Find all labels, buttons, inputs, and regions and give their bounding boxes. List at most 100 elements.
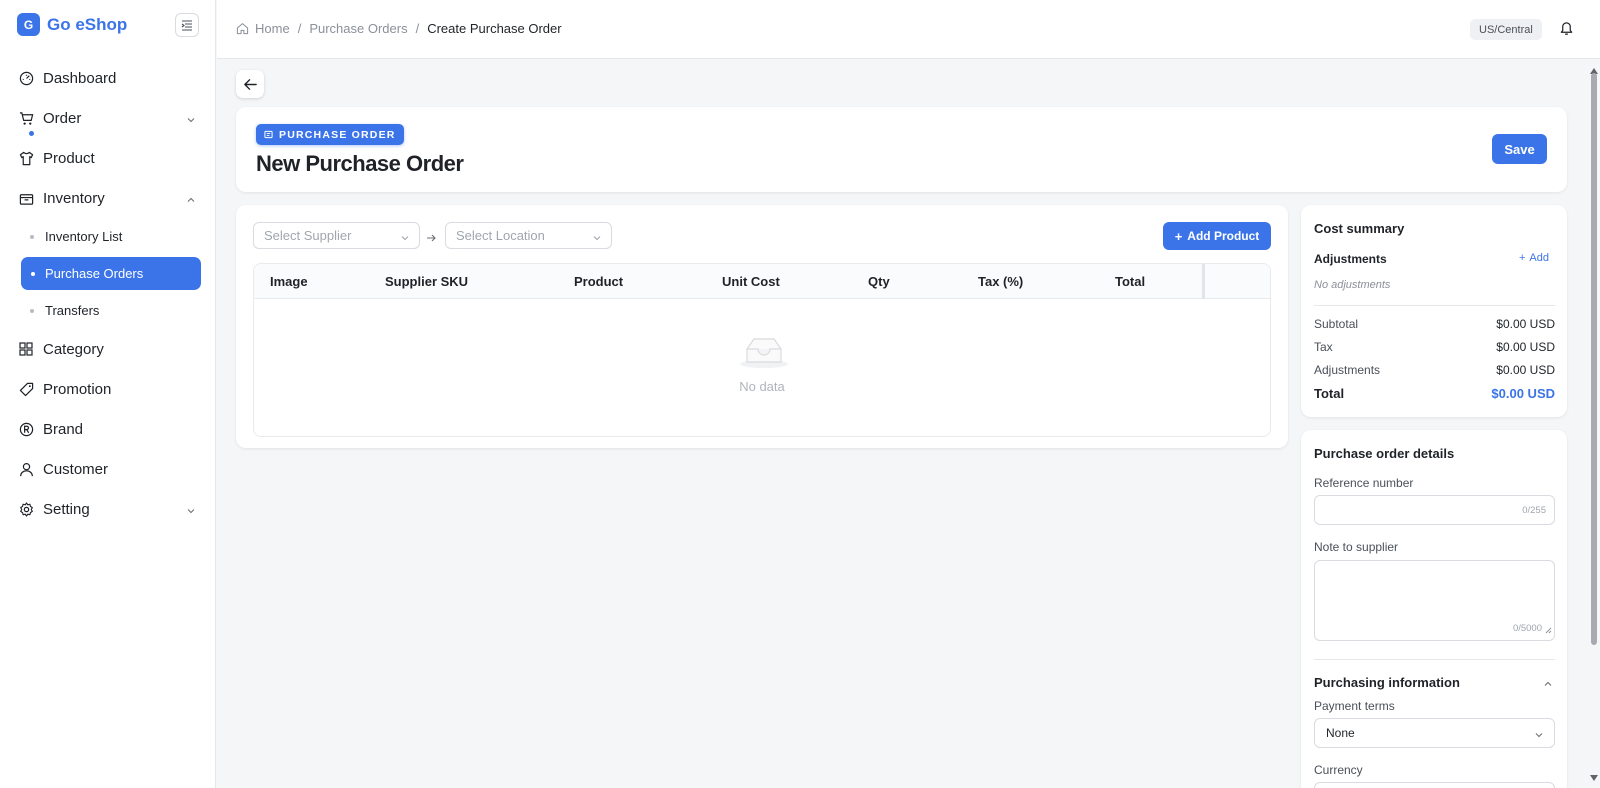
purchase-order-badge: PURCHASE ORDER xyxy=(256,124,404,145)
column-header-tax: Tax (%) xyxy=(978,274,1024,289)
grid-icon xyxy=(18,341,34,357)
scroll-down-arrow-icon[interactable] xyxy=(1590,768,1598,786)
brand-name: Go eShop xyxy=(47,14,128,34)
breadcrumb-separator: / xyxy=(297,21,302,36)
column-header-image: Image xyxy=(270,274,308,289)
page-title: New Purchase Order xyxy=(256,151,464,176)
subtotal-value: $0.00 USD xyxy=(1496,317,1555,331)
sidebar-subitem-purchase-orders[interactable]: Purchase Orders xyxy=(21,257,201,290)
tax-row: Tax $0.00 USD xyxy=(1314,340,1555,354)
bell-icon[interactable] xyxy=(1559,21,1574,41)
chevron-up-icon xyxy=(186,192,196,210)
cost-summary-title: Cost summary xyxy=(1314,221,1405,236)
sidebar-item-label: Promotion xyxy=(43,380,112,398)
breadcrumb-separator: / xyxy=(415,21,420,36)
sidebar-item-setting[interactable]: Setting xyxy=(0,489,216,529)
arrow-right-icon xyxy=(426,230,436,248)
reference-number-counter: 0/255 xyxy=(1522,505,1546,516)
sidebar-item-brand[interactable]: Brand xyxy=(0,409,216,449)
back-button[interactable] xyxy=(236,70,264,98)
subtotal-label: Subtotal xyxy=(1314,317,1359,331)
chevron-down-icon xyxy=(592,231,602,246)
sidebar-item-label: Setting xyxy=(43,500,90,518)
column-divider xyxy=(1202,264,1205,299)
sidebar-collapse-button[interactable] xyxy=(175,13,199,37)
adjustments-label: Adjustments xyxy=(1314,363,1381,377)
brand[interactable]: G Go eShop xyxy=(17,13,127,36)
sidebar-item-category[interactable]: Category xyxy=(0,329,216,369)
chevron-down-icon xyxy=(1534,729,1544,743)
arrow-left-icon xyxy=(243,78,257,90)
sidebar-nav: Dashboard Order Product Inventory Invent… xyxy=(0,58,216,529)
sidebar-item-customer[interactable]: Customer xyxy=(0,449,216,489)
supplier-select[interactable]: Select Supplier xyxy=(253,222,420,249)
payment-terms-value: None xyxy=(1326,726,1355,740)
breadcrumb-purchase-orders[interactable]: Purchase Orders xyxy=(309,21,407,36)
note-to-supplier-label: Note to supplier xyxy=(1314,540,1399,554)
timezone-badge[interactable]: US/Central xyxy=(1470,19,1542,40)
supplier-select-placeholder: Select Supplier xyxy=(264,228,352,243)
brand-logo: G xyxy=(17,13,40,36)
reference-number-input[interactable]: 0/255 xyxy=(1314,495,1555,525)
shirt-icon xyxy=(18,150,34,166)
location-select[interactable]: Select Location xyxy=(445,222,612,249)
tax-label: Tax xyxy=(1314,340,1333,354)
column-header-total: Total xyxy=(1115,274,1146,289)
sidebar-item-promotion[interactable]: Promotion xyxy=(0,369,216,409)
divider xyxy=(1314,659,1555,660)
sidebar-item-dashboard[interactable]: Dashboard xyxy=(0,58,216,98)
add-adjustment-button[interactable]: + Add xyxy=(1519,252,1549,264)
document-icon xyxy=(264,130,273,139)
breadcrumb-current: Create Purchase Order xyxy=(427,21,562,36)
scrollbar-thumb[interactable] xyxy=(1591,73,1597,645)
cart-icon xyxy=(18,110,34,126)
breadcrumb: Home / Purchase Orders / Create Purchase… xyxy=(236,21,562,36)
column-header-product: Product xyxy=(574,274,624,289)
divider xyxy=(1314,305,1555,306)
adjustments-row: Adjustments $0.00 USD xyxy=(1314,363,1555,377)
breadcrumb-home[interactable]: Home xyxy=(255,21,290,36)
reference-number-label: Reference number xyxy=(1314,476,1414,490)
subtotal-row: Subtotal $0.00 USD xyxy=(1314,317,1555,331)
sidebar-item-product[interactable]: Product xyxy=(0,138,216,178)
resize-handle-icon[interactable] xyxy=(1545,621,1552,639)
table-header: Image Supplier SKU Product Unit Cost Qty… xyxy=(254,264,1270,299)
home-icon xyxy=(236,22,249,35)
registered-icon xyxy=(18,421,34,437)
plus-icon: + xyxy=(1174,228,1183,244)
payment-terms-select[interactable]: None xyxy=(1314,718,1555,748)
chevron-down-icon xyxy=(186,112,196,130)
sidebar-item-label: Dashboard xyxy=(43,69,117,87)
inventory-notification-dot xyxy=(29,131,34,136)
purchasing-information-title: Purchasing information xyxy=(1314,675,1460,690)
details-title: Purchase order details xyxy=(1314,446,1455,461)
sidebar-item-label: Customer xyxy=(43,460,109,478)
tag-icon xyxy=(18,381,34,397)
sidebar: G Go eShop Dashboard Order Product Inven… xyxy=(0,0,216,788)
user-icon xyxy=(18,461,34,477)
dashboard-icon xyxy=(18,70,34,86)
add-adjustment-label: Add xyxy=(1529,252,1549,264)
total-label: Total xyxy=(1314,386,1345,401)
total-value: $0.00 USD xyxy=(1491,386,1555,401)
sidebar-item-label: Category xyxy=(43,340,104,358)
chevron-up-icon[interactable] xyxy=(1543,676,1553,694)
currency-select[interactable] xyxy=(1314,782,1555,788)
sidebar-subitem-transfers[interactable]: Transfers xyxy=(0,292,216,329)
save-button[interactable]: Save xyxy=(1492,134,1547,164)
chevron-down-icon xyxy=(186,503,196,521)
top-header: Home / Purchase Orders / Create Purchase… xyxy=(217,0,1600,59)
sidebar-subitem-inventory-list[interactable]: Inventory List xyxy=(0,218,216,255)
add-product-button[interactable]: + Add Product xyxy=(1163,222,1271,250)
note-to-supplier-textarea[interactable]: 0/5000 xyxy=(1314,560,1555,641)
sidebar-item-label: Inventory xyxy=(43,189,105,207)
payment-terms-label: Payment terms xyxy=(1314,699,1395,713)
sidebar-item-label: Order xyxy=(43,109,82,127)
column-header-supplier-sku: Supplier SKU xyxy=(385,274,469,289)
empty-state: No data xyxy=(254,299,1270,436)
gear-icon xyxy=(18,501,34,517)
adjustments-heading: Adjustments xyxy=(1314,252,1387,266)
menu-fold-icon xyxy=(181,20,192,31)
page-scrollbar[interactable] xyxy=(1588,59,1600,788)
sidebar-item-inventory[interactable]: Inventory xyxy=(0,178,216,218)
